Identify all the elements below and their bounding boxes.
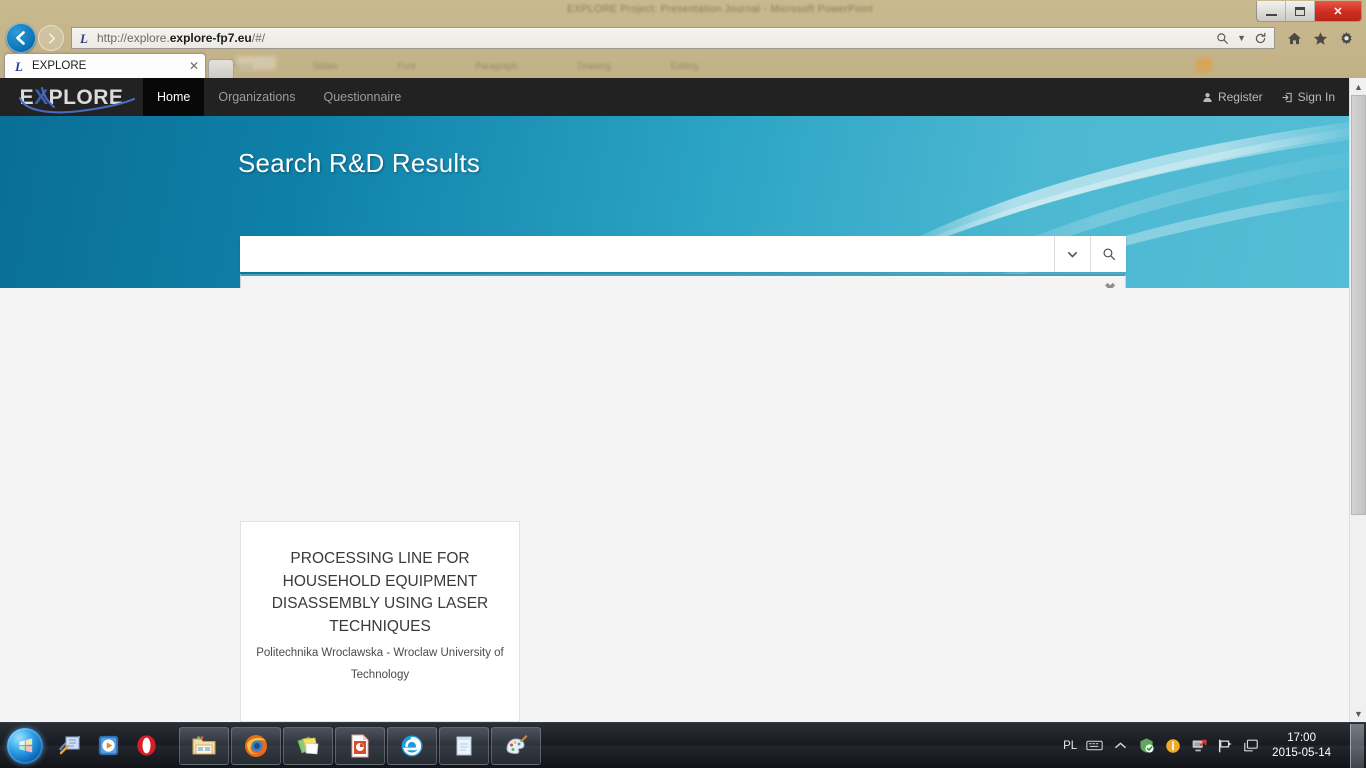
result-organization: Politechnika Wroclawska - Wroclaw Univer… — [256, 647, 504, 681]
search-dropdown-button[interactable] — [1054, 236, 1090, 272]
address-bar[interactable]: L http://explore.explore-fp7.eu/#/ ▼ — [71, 27, 1275, 49]
site-logo-text: EXPLORE — [19, 85, 124, 109]
page-content: EXPLORE Home Organizations Questionnaire — [0, 78, 1349, 722]
nav-item-organizations[interactable]: Organizations — [204, 78, 309, 116]
pinned-apps — [163, 726, 541, 765]
page-scrollbar[interactable]: ▲ ▼ — [1349, 78, 1366, 722]
browser-tab-row: L EXPLORE ✕ — [0, 52, 1366, 78]
clock-time: 17:00 — [1287, 731, 1316, 744]
tab-favicon: L — [15, 58, 23, 74]
chevron-down-icon[interactable]: ▼ — [1237, 33, 1246, 43]
refresh-icon[interactable] — [1254, 32, 1267, 45]
browser-tab-explore[interactable]: L EXPLORE ✕ — [4, 53, 206, 78]
search-icon[interactable] — [1216, 32, 1229, 45]
browser-navigation-bar: L http://explore.explore-fp7.eu/#/ ▼ — [0, 23, 1366, 53]
scroll-down-arrow[interactable]: ▼ — [1350, 705, 1366, 722]
site-nav-items: Home Organizations Questionnaire — [143, 78, 415, 116]
network-icon[interactable] — [1190, 737, 1207, 754]
tab-title: EXPLORE — [32, 60, 87, 72]
taskbar-paint[interactable] — [491, 726, 541, 765]
close-filters-icon[interactable]: ✖ — [1104, 281, 1116, 288]
taskbar-internet-explorer[interactable] — [387, 726, 437, 765]
browser-command-icons — [1279, 31, 1360, 46]
media-player-icon[interactable] — [91, 729, 125, 763]
display-icon[interactable] — [1242, 737, 1259, 754]
register-label: Register — [1217, 90, 1263, 104]
minimize-button[interactable] — [1257, 1, 1286, 21]
site-logo[interactable]: EXPLORE — [0, 78, 143, 116]
opera-icon[interactable] — [129, 729, 163, 763]
windows-logo-icon — [7, 727, 43, 764]
antivirus-icon[interactable] — [1138, 737, 1155, 754]
address-url: http://explore.explore-fp7.eu/#/ — [92, 31, 1216, 45]
register-link[interactable]: Register — [1202, 90, 1263, 104]
tray-language[interactable]: PL — [1063, 740, 1077, 752]
close-window-button[interactable]: ✕ — [1315, 1, 1361, 21]
home-icon[interactable] — [1287, 31, 1302, 46]
system-tray: PL 17:00 2015-05-14 — [1063, 723, 1366, 768]
sign-in-link[interactable]: Sign In — [1281, 90, 1335, 104]
taskbar: PL 17:00 2015-05-14 — [0, 722, 1366, 768]
scrollbar-thumb[interactable] — [1351, 95, 1366, 515]
scroll-up-arrow[interactable]: ▲ — [1350, 78, 1366, 95]
forward-button[interactable] — [38, 25, 64, 51]
page-viewport: EXPLORE Home Organizations Questionnaire — [0, 78, 1366, 722]
search-input[interactable] — [240, 236, 1054, 272]
keyboard-icon[interactable] — [1086, 737, 1103, 754]
quick-launch — [47, 729, 163, 763]
hero-banner: Search R&D Results ✖ — [0, 116, 1349, 288]
result-card[interactable]: PROCESSING LINE FOR HOUSEHOLD EQUIPMENT … — [240, 521, 520, 722]
window-controls: ✕ — [1256, 1, 1362, 22]
show-hidden-icons-icon[interactable] — [1112, 737, 1129, 754]
advanced-filters-panel: ✖ Innovation Domains Sectors of Applicat… — [240, 274, 1126, 288]
url-suffix: /#/ — [251, 31, 266, 45]
site-navbar: EXPLORE Home Organizations Questionnaire — [0, 78, 1349, 116]
taskbar-sticky-notes[interactable] — [283, 726, 333, 765]
start-button[interactable] — [3, 725, 47, 767]
new-tab-button[interactable] — [208, 59, 234, 78]
url-prefix: http://explore. — [97, 31, 170, 45]
action-center-icon[interactable] — [1164, 737, 1181, 754]
site-account-nav: Register Sign In — [1202, 78, 1349, 116]
maximize-button[interactable] — [1286, 1, 1315, 21]
nav-item-questionnaire[interactable]: Questionnaire — [309, 78, 415, 116]
flag-icon[interactable] — [1216, 737, 1233, 754]
gear-icon[interactable] — [1339, 31, 1354, 46]
browser-window: ✕ L http://explore.explore-fp7.eu/#/ ▼ L… — [0, 0, 1366, 722]
address-bar-tools: ▼ — [1216, 32, 1270, 45]
page-title: Search R&D Results — [238, 148, 481, 178]
screen: EXPLORE Project: Presentation Journal - … — [0, 0, 1366, 768]
browser-titlebar: ✕ — [0, 0, 1366, 24]
taskbar-clock[interactable]: 17:00 2015-05-14 — [1268, 731, 1339, 761]
search-bar — [240, 236, 1126, 272]
user-icon — [1202, 92, 1213, 103]
sign-in-icon — [1281, 92, 1293, 103]
address-favicon: L — [80, 30, 88, 46]
back-button[interactable] — [6, 23, 36, 53]
search-submit-button[interactable] — [1090, 236, 1126, 272]
nav-item-home[interactable]: Home — [143, 78, 205, 116]
show-desktop-icon[interactable] — [53, 729, 87, 763]
clock-date: 2015-05-14 — [1272, 746, 1331, 759]
taskbar-notepad[interactable] — [439, 726, 489, 765]
result-title: PROCESSING LINE FOR HOUSEHOLD EQUIPMENT … — [271, 550, 489, 635]
sign-in-label: Sign In — [1297, 90, 1335, 104]
filters-body: Innovation Domains Sectors of Applicatio… — [241, 276, 1125, 288]
show-desktop-button[interactable] — [1350, 723, 1364, 768]
url-domain: explore-fp7.eu — [169, 31, 252, 45]
close-icon[interactable]: ✕ — [189, 59, 199, 73]
taskbar-firefox[interactable] — [231, 726, 281, 765]
taskbar-windows-explorer[interactable] — [179, 726, 229, 765]
taskbar-powerpoint[interactable] — [335, 726, 385, 765]
star-icon[interactable] — [1313, 31, 1328, 46]
